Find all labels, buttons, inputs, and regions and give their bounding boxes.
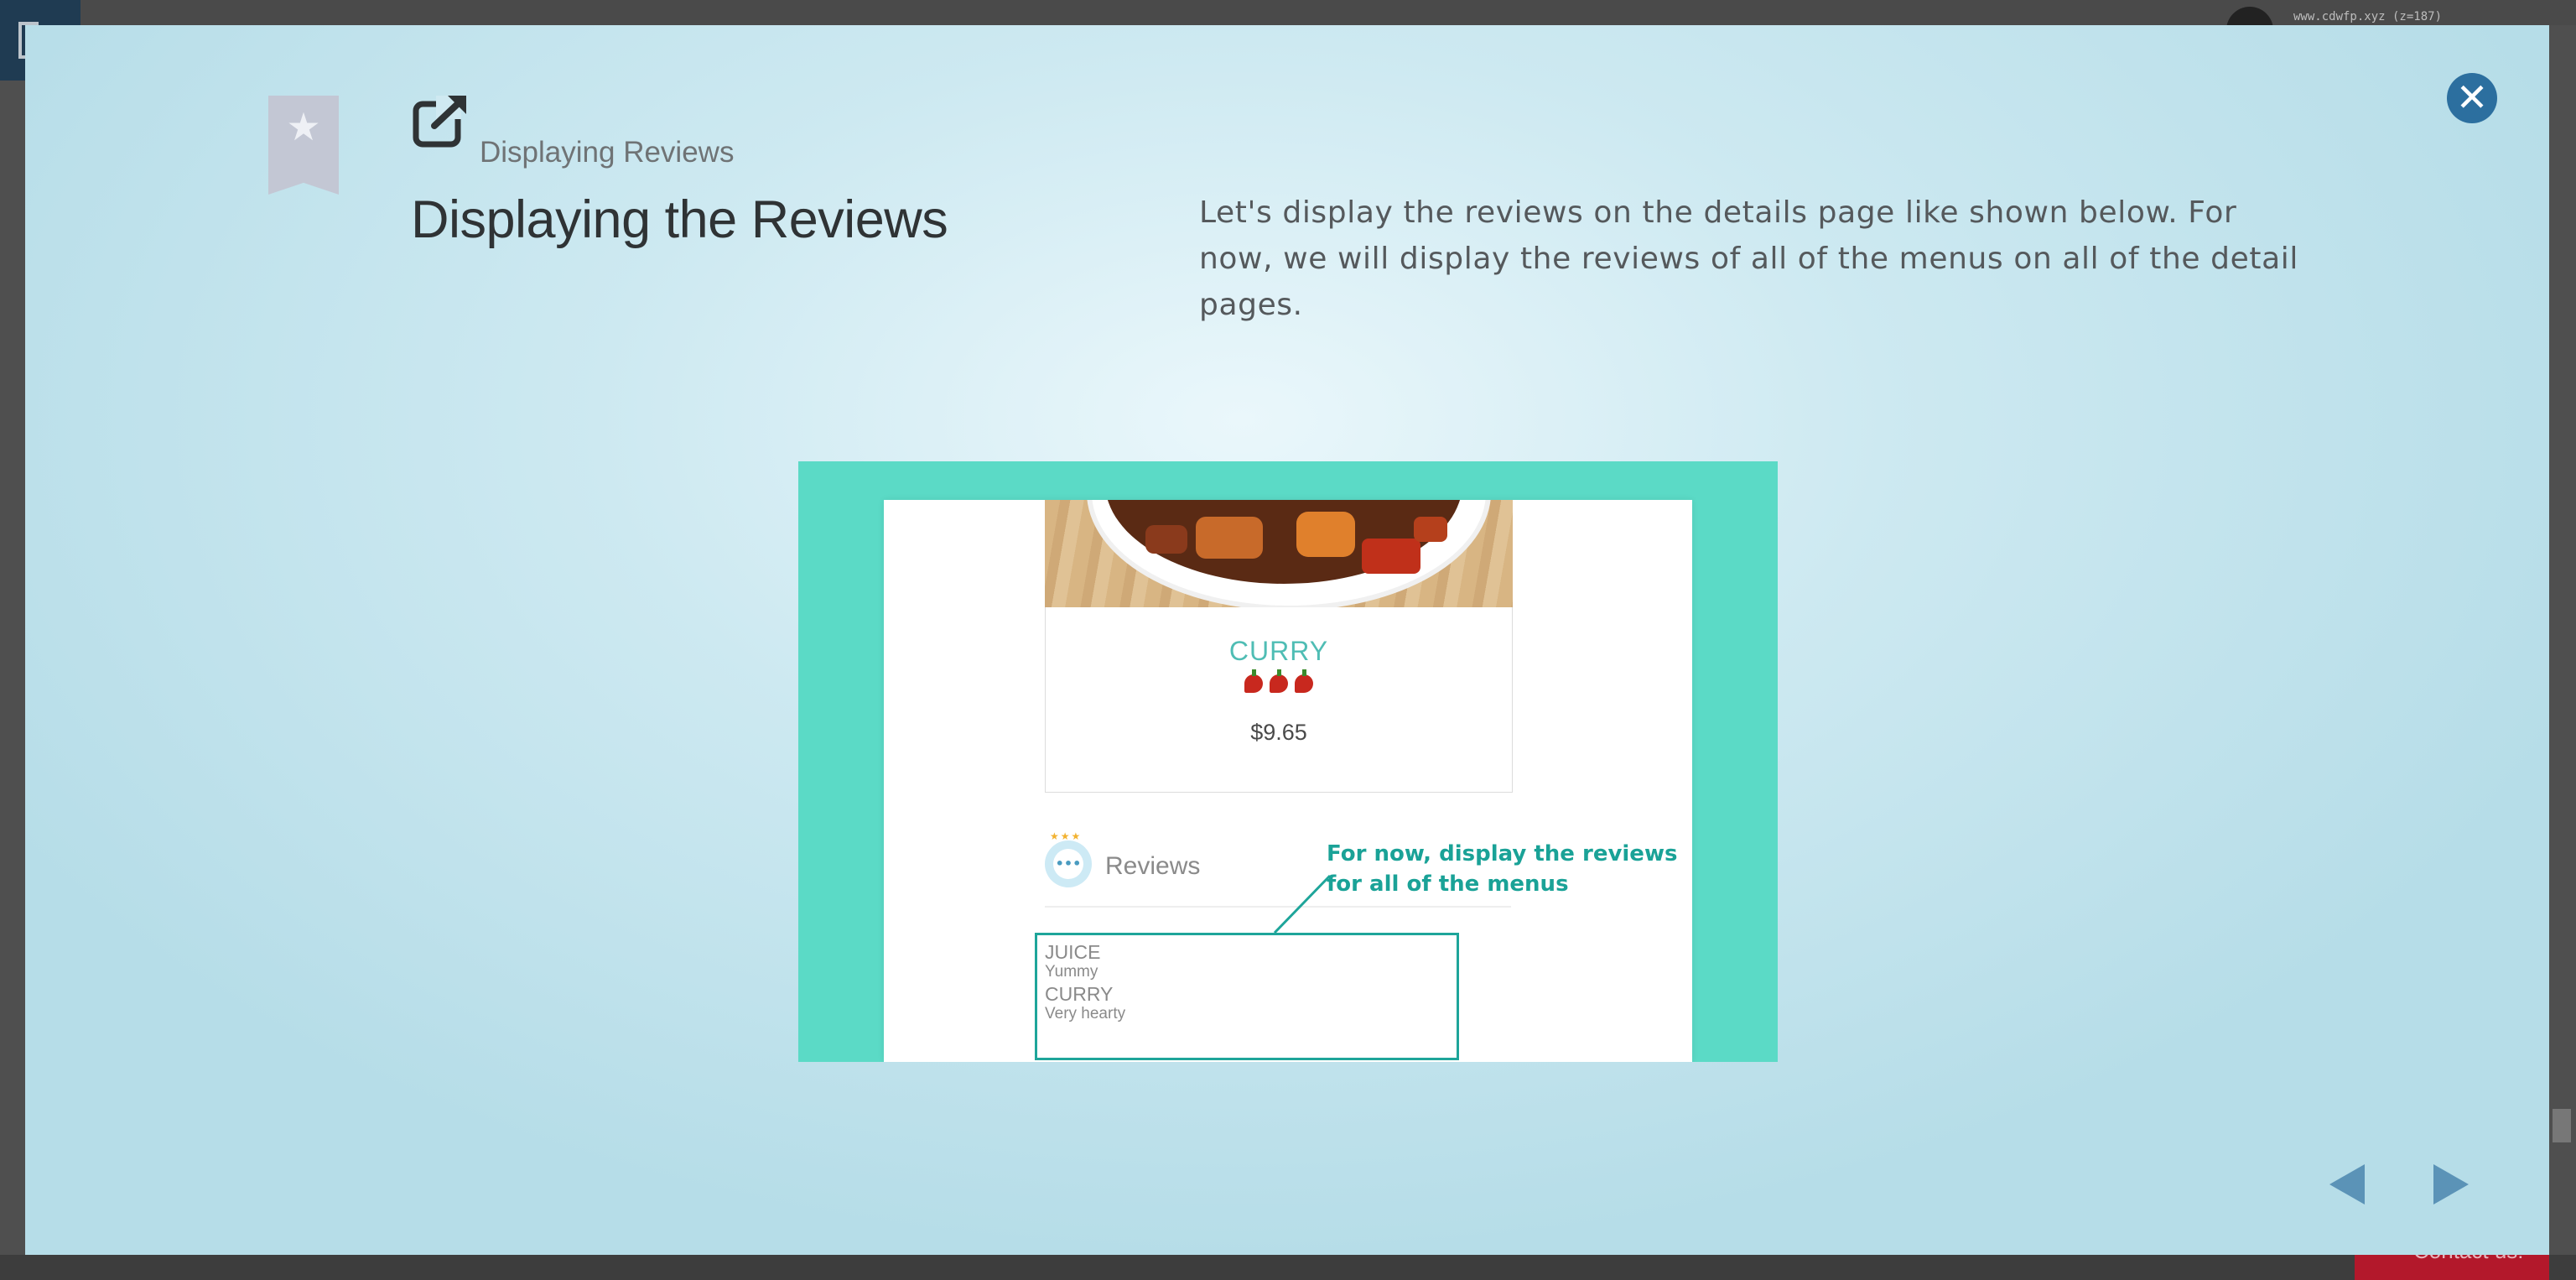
background-bottombar	[0, 1255, 2576, 1280]
close-button[interactable]: ✕	[2447, 73, 2497, 123]
close-icon: ✕	[2455, 75, 2489, 120]
background-topbar	[0, 0, 2576, 25]
slide-description: Let's display the reviews on the details…	[1199, 195, 2298, 322]
app-mockup-screen: CURRY $9.65 ★★★ ••• Reviews JUICE Yummy …	[884, 500, 1692, 1062]
external-link-icon[interactable]	[411, 91, 478, 149]
annotation-text: For now, display the reviews for all of …	[1327, 839, 1677, 899]
background-url-text: www.cdwfp.xyz (z=187)	[2293, 10, 2443, 23]
previous-slide-button[interactable]	[2329, 1164, 2365, 1205]
breadcrumb[interactable]: Displaying Reviews	[480, 136, 734, 169]
annotation-line-2: for all of the menus	[1327, 872, 1569, 897]
annotation-line-1: For now, display the reviews	[1327, 841, 1678, 866]
bookmark-button[interactable]: ★	[268, 96, 339, 195]
annotation-pointer-line	[1273, 874, 1332, 934]
slide-modal: ★ Displaying Reviews Displaying the Revi…	[25, 25, 2549, 1255]
slide-illustration: CURRY $9.65 ★★★ ••• Reviews JUICE Yummy …	[798, 461, 1778, 1062]
next-slide-button[interactable]	[2433, 1164, 2469, 1205]
background-scrollbar[interactable]	[2553, 1109, 2571, 1142]
page-title: Displaying the Reviews	[411, 190, 948, 249]
star-icon: ★	[286, 104, 321, 149]
